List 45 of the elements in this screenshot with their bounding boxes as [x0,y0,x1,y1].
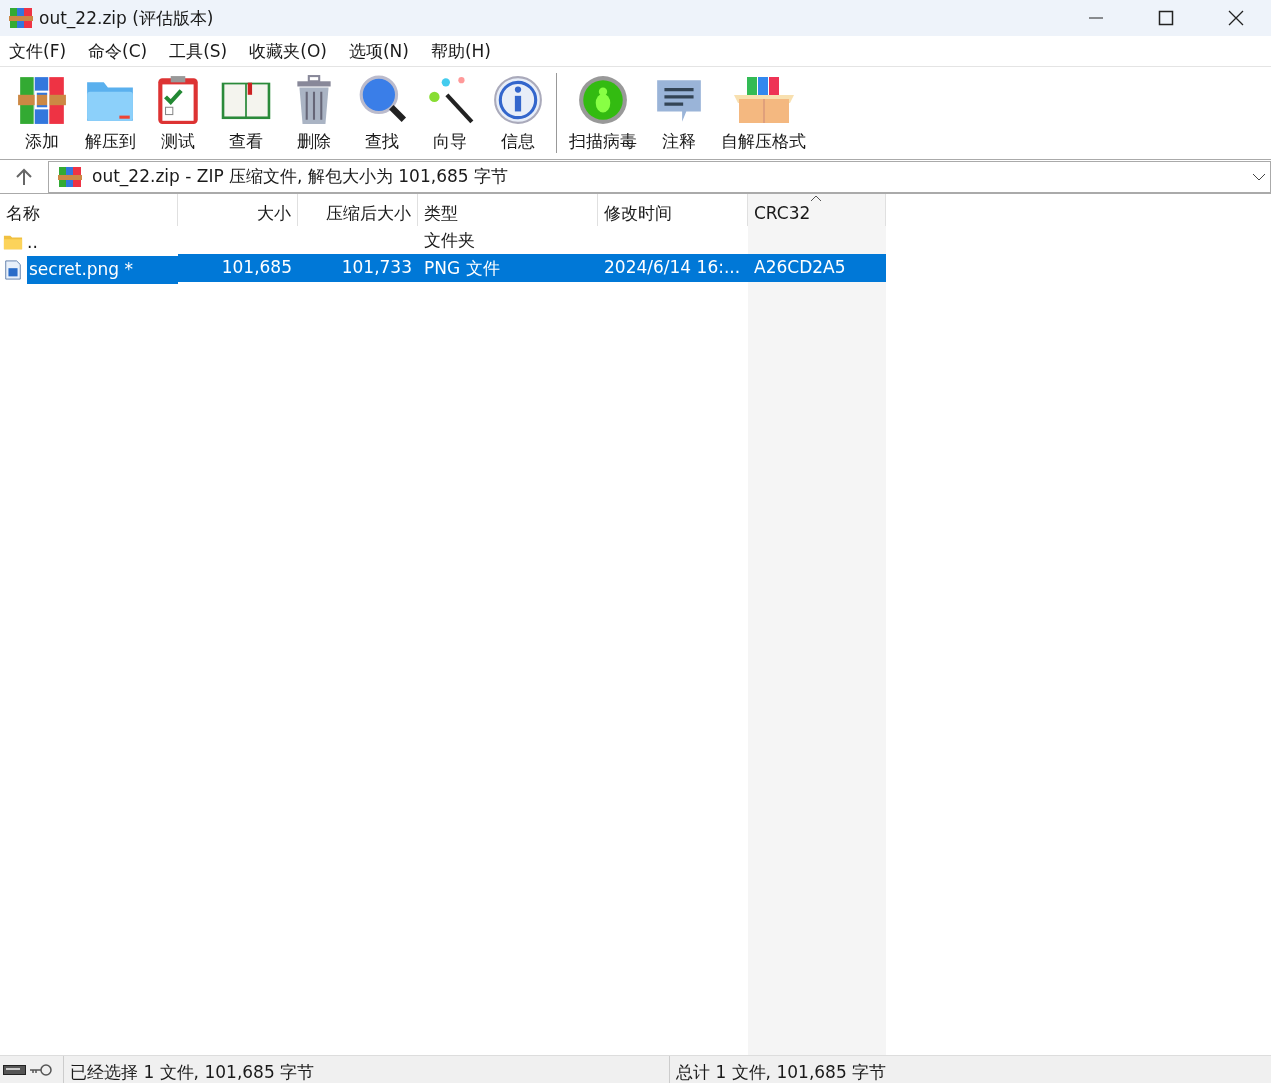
toolbar-button[interactable]: 查看 [212,67,280,159]
toolbar-button[interactable]: 扫描病毒 [561,67,645,159]
toolbar-button[interactable]: 查找 [348,67,416,159]
status-text: 总计 1 文件, 101,685 字节 [675,1061,887,1083]
table-cell: A26CD2A5 [754,257,846,277]
toolbar-button[interactable]: 添加 [8,67,76,159]
books-icon [16,74,68,126]
menu-item[interactable]: 收藏夹(O) [242,39,334,63]
table-cell: 2024/6/14 16:... [604,257,741,277]
file-name: .. [27,231,38,252]
address-bar[interactable]: out_22.zip - ZIP 压缩文件, 解包大小为 101,685 字节 [48,160,1271,193]
toolbar-button[interactable]: 自解压格式 [713,67,814,159]
menu-item[interactable]: 工具(S) [162,39,235,63]
menu-item[interactable]: 命令(C) [81,39,155,63]
column-header[interactable]: CRC32 [748,194,886,226]
box-icon [731,74,796,126]
toolbar-button[interactable]: 向导 [416,67,484,159]
books-icon [9,7,33,29]
sort-caret-icon [810,195,822,202]
file-name: secret.png * [27,255,178,284]
menu-item[interactable]: 帮助(H) [423,39,498,63]
key-icon [29,1062,53,1077]
image-file-icon [3,259,23,280]
toolbar-button[interactable]: 测试 [144,67,212,159]
books-icon [58,165,82,188]
minimize-icon [1088,17,1104,19]
info-icon [492,74,544,126]
toolbar-button[interactable]: 信息 [484,67,552,159]
window-title: out_22.zip (评估版本) [39,6,215,30]
caret-icon[interactable] [1252,171,1266,182]
menu-item[interactable]: 文件(F) [2,39,74,63]
table-cell: 文件夹 [424,230,475,250]
table-cell: PNG 文件 [424,258,500,278]
menu-item[interactable]: 选项(N) [341,39,416,63]
toolbar-button[interactable]: 解压到 [76,67,144,159]
toolbar-button[interactable]: 注释 [645,67,713,159]
table-cell: 101,685 [221,257,292,277]
file-row[interactable]: .. 文件夹 [0,226,1271,254]
status-text: 已经选择 1 文件, 101,685 字节 [64,1056,670,1083]
file-row[interactable]: secret.png * 101,685 101,733 PNG 文件 2024/6/14 16:... A26CD2A5 [0,254,1271,282]
close-icon [1228,10,1244,26]
toolbar-button[interactable]: 删除 [280,67,348,159]
maximize-icon [1158,10,1174,26]
table-cell: 101,733 [341,257,412,277]
drive-icon [3,1063,27,1076]
